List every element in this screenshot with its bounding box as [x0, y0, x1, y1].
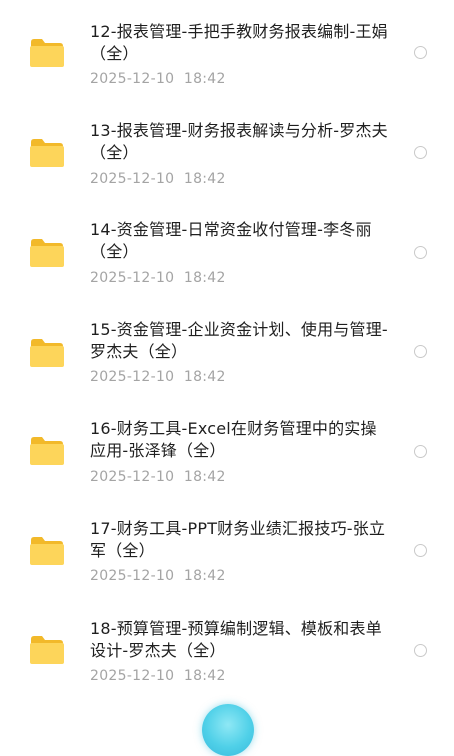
list-item[interactable]: 18-预算管理-预算编制逻辑、模板和表单设计-罗杰夫（全） 2025-12-10… — [0, 596, 454, 695]
file-name: 18-预算管理-预算编制逻辑、模板和表单设计-罗杰夫（全） — [90, 619, 382, 660]
file-date: 2025-12-10 18:42 — [90, 668, 226, 684]
file-name: 13-报表管理-财务报表解读与分析-罗杰夫（全） — [90, 121, 388, 162]
floating-action-button[interactable] — [202, 704, 254, 756]
select-radio[interactable] — [414, 544, 427, 557]
folder-icon — [29, 138, 65, 168]
folder-icon — [29, 436, 65, 466]
list-item[interactable]: 17-财务工具-PPT财务业绩汇报技巧-张立军（全） 2025-12-10 18… — [0, 497, 454, 596]
file-date: 2025-12-10 18:42 — [90, 71, 226, 87]
list-item[interactable]: 12-报表管理-手把手教财务报表编制-王娟（全） 2025-12-10 18:4… — [0, 0, 454, 99]
list-item[interactable]: 16-财务工具-Excel在财务管理中的实操应用-张泽锋（全） 2025-12-… — [0, 397, 454, 496]
select-radio[interactable] — [414, 445, 427, 458]
file-name: 17-财务工具-PPT财务业绩汇报技巧-张立军（全） — [90, 519, 386, 560]
list-item[interactable]: 14-资金管理-日常资金收付管理-李冬丽（全） 2025-12-10 18:42 — [0, 198, 454, 297]
select-radio[interactable] — [414, 345, 427, 358]
list-item[interactable]: 15-资金管理-企业资金计划、使用与管理-罗杰夫（全） 2025-12-10 1… — [0, 298, 454, 397]
file-list: 12-报表管理-手把手教财务报表编制-王娟（全） 2025-12-10 18:4… — [0, 0, 454, 716]
file-name: 15-资金管理-企业资金计划、使用与管理-罗杰夫（全） — [90, 320, 388, 361]
list-item[interactable]: 13-报表管理-财务报表解读与分析-罗杰夫（全） 2025-12-10 18:4… — [0, 99, 454, 198]
file-name: 14-资金管理-日常资金收付管理-李冬丽（全） — [90, 220, 372, 261]
file-name: 12-报表管理-手把手教财务报表编制-王娟（全） — [90, 22, 388, 63]
file-date: 2025-12-10 18:42 — [90, 469, 226, 485]
file-date: 2025-12-10 18:42 — [90, 270, 226, 286]
file-date: 2025-12-10 18:42 — [90, 568, 226, 584]
select-radio[interactable] — [414, 644, 427, 657]
folder-icon — [29, 38, 65, 68]
select-radio[interactable] — [414, 246, 427, 259]
file-date: 2025-12-10 18:42 — [90, 369, 226, 385]
folder-icon — [29, 238, 65, 268]
select-radio[interactable] — [414, 146, 427, 159]
folder-icon — [29, 635, 65, 665]
file-date: 2025-12-10 18:42 — [90, 171, 226, 187]
select-radio[interactable] — [414, 46, 427, 59]
file-name: 16-财务工具-Excel在财务管理中的实操应用-张泽锋（全） — [90, 419, 377, 460]
folder-icon — [29, 536, 65, 566]
folder-icon — [29, 338, 65, 368]
